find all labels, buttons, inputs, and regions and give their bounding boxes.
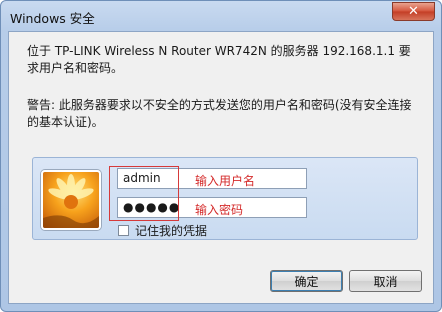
annotation-highlight-box	[109, 166, 179, 221]
username-hint: 输入用户名	[195, 174, 256, 188]
security-warning: 警告: 此服务器要求以不安全的方式发送您的用户名和密码(没有安全连接的基本认证)…	[27, 98, 412, 129]
remember-credentials[interactable]: 记住我的凭据	[118, 222, 207, 239]
credential-panel: admin ●●●●● 输入用户名 输入密码 记住我的凭据	[32, 157, 418, 240]
server-message: 位于 TP-LINK Wireless N Router WR742N 的服务器…	[27, 44, 411, 75]
window-title: Windows 安全	[10, 11, 95, 26]
password-hint: 输入密码	[195, 203, 244, 217]
close-button[interactable]: ✕	[392, 2, 435, 21]
ok-button[interactable]: 确定	[270, 270, 343, 292]
remember-label: 记住我的凭据	[135, 224, 208, 238]
dialog-body: 位于 TP-LINK Wireless N Router WR742N 的服务器…	[8, 31, 434, 304]
title-bar[interactable]: Windows 安全 ✕	[1, 1, 441, 31]
flower-avatar-icon	[41, 170, 101, 230]
remember-checkbox[interactable]	[118, 225, 129, 236]
cancel-button[interactable]: 取消	[349, 270, 422, 292]
windows-security-dialog: Windows 安全 ✕ 位于 TP-LINK Wireless N Route…	[0, 0, 442, 312]
close-icon: ✕	[408, 4, 419, 19]
